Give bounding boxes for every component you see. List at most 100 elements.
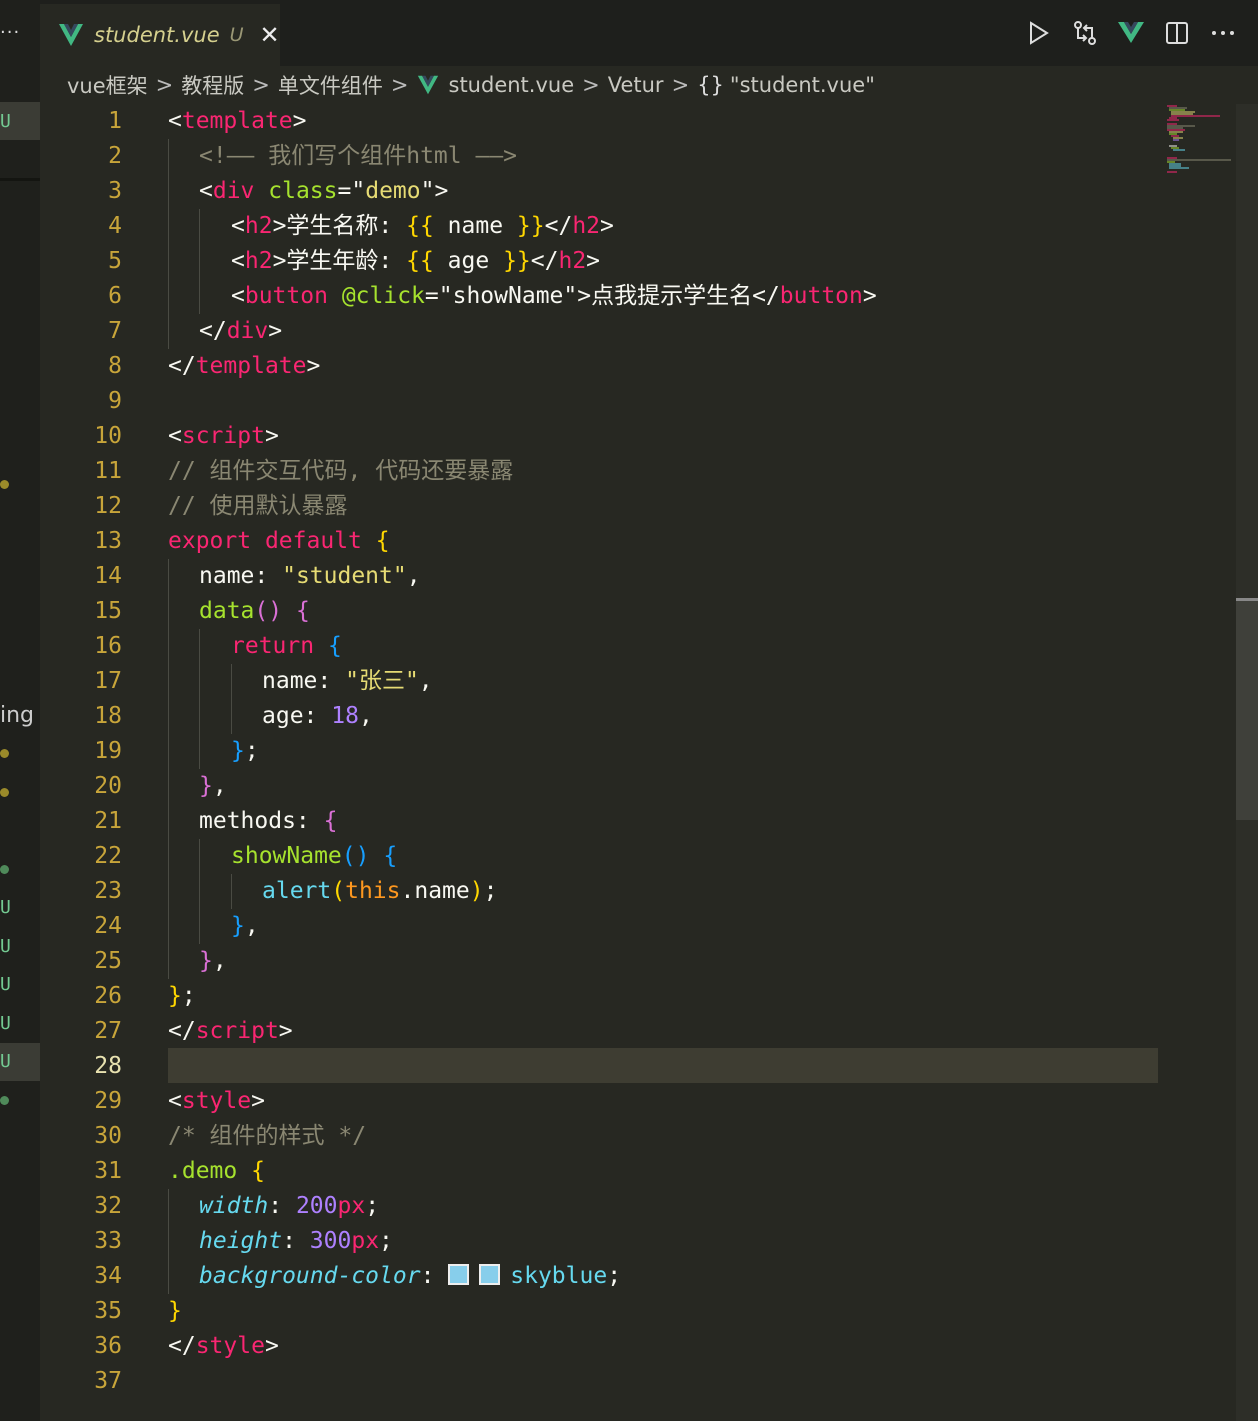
code-line[interactable]: },: [199, 769, 227, 804]
code-line[interactable]: alert(this.name);: [262, 874, 497, 909]
code-line[interactable]: <button @click="showName">点我提示学生名</butto…: [231, 279, 877, 314]
line-number: 37: [94, 1368, 122, 1394]
line-number: 27: [94, 1018, 122, 1044]
scrollbar-cursor-marker: [1236, 598, 1258, 601]
line-number: 1: [108, 108, 122, 134]
split-editor-icon[interactable]: [1162, 18, 1192, 48]
line-number: 33: [94, 1228, 122, 1254]
chevron-right-icon: >: [155, 73, 174, 97]
vue-devtools-icon[interactable]: [1116, 18, 1146, 48]
code-line[interactable]: // 使用默认暴露: [168, 489, 348, 524]
chevron-right-icon: >: [252, 73, 270, 97]
code-line[interactable]: <h2>学生年龄: {{ age }}</h2>: [231, 244, 600, 279]
line-number: 9: [108, 388, 122, 414]
code-line[interactable]: <template>: [168, 104, 307, 139]
breadcrumb-symbol[interactable]: "student.vue": [730, 73, 875, 97]
code-line[interactable]: <style>: [168, 1084, 265, 1119]
code-line[interactable]: .demo {: [168, 1154, 265, 1189]
code-line[interactable]: </style>: [168, 1329, 279, 1364]
code-line[interactable]: // 组件交互代码, 代码还要暴露: [168, 454, 513, 489]
close-icon[interactable]: ✕: [260, 21, 280, 49]
code-line[interactable]: };: [231, 734, 259, 769]
breadcrumb-item[interactable]: 单文件组件: [278, 70, 383, 100]
code-line[interactable]: </script>: [168, 1014, 293, 1049]
line-number: 8: [108, 353, 122, 379]
line-number: 11: [94, 458, 122, 484]
code-line[interactable]: <!—— 我们写个组件html ——>: [199, 139, 517, 174]
code-line[interactable]: };: [168, 979, 196, 1014]
code-line[interactable]: height: 300px;: [199, 1224, 393, 1259]
play-icon[interactable]: [1024, 18, 1054, 48]
code-line[interactable]: name: "张三",: [262, 664, 433, 699]
tab-filename: student.vue: [94, 23, 220, 47]
untracked-badge: U: [0, 1051, 11, 1072]
line-number: 31: [94, 1158, 122, 1184]
code-line[interactable]: </template>: [168, 349, 320, 384]
code-line[interactable]: methods: {: [199, 804, 337, 839]
untracked-badge: U: [0, 974, 11, 995]
vue-file-icon: [59, 24, 83, 46]
code-editor[interactable]: 1 <template> 2 <!—— 我们写个组件html ——> 3 <di…: [40, 104, 1236, 1421]
code-line[interactable]: /* 组件的样式 */: [168, 1119, 366, 1154]
chevron-right-icon: >: [582, 73, 600, 97]
breadcrumb-item[interactable]: Vetur: [608, 73, 664, 97]
symbol-braces-icon: {}: [697, 73, 724, 97]
truncated-file-label[interactable]: ing: [0, 703, 34, 728]
tab-untracked-status: U: [229, 24, 244, 46]
code-line[interactable]: },: [231, 909, 259, 944]
line-number: 16: [94, 633, 122, 659]
vertical-scrollbar[interactable]: [1236, 104, 1258, 1421]
line-number: 35: [94, 1298, 122, 1324]
sidebar-divider: [0, 178, 40, 181]
line-number-active: 28: [94, 1053, 122, 1079]
code-line[interactable]: width: 200px;: [199, 1189, 379, 1224]
explorer-sidebar-edge: ··· U ing U U U U U: [0, 0, 40, 1421]
line-number: 25: [94, 948, 122, 974]
code-line[interactable]: showName() {: [231, 839, 397, 874]
minimap[interactable]: [1165, 104, 1235, 176]
code-line[interactable]: data() {: [199, 594, 310, 629]
untracked-dot-icon: [0, 865, 9, 874]
line-number: 36: [94, 1333, 122, 1359]
code-line[interactable]: age: 18,: [262, 699, 373, 734]
code-line[interactable]: name: "student",: [199, 559, 421, 594]
line-number: 3: [108, 178, 122, 204]
code-line[interactable]: export default {: [168, 524, 390, 559]
scrollbar-thumb[interactable]: [1236, 598, 1258, 820]
code-line[interactable]: },: [199, 944, 227, 979]
code-line[interactable]: <h2>学生名称: {{ name }}</h2>: [231, 209, 614, 244]
breadcrumb-item[interactable]: vue框架: [67, 70, 148, 100]
vue-file-icon: [417, 75, 438, 95]
line-number: 24: [94, 913, 122, 939]
color-swatch-icon[interactable]: [448, 1264, 470, 1285]
modified-dot-icon: [0, 788, 9, 797]
line-number: 17: [94, 668, 122, 694]
line-number: 23: [94, 878, 122, 904]
line-number: 21: [94, 808, 122, 834]
code-line[interactable]: }: [168, 1294, 182, 1329]
more-actions-icon[interactable]: [1208, 18, 1238, 48]
modified-dot-icon: [0, 749, 9, 758]
compare-changes-icon[interactable]: [1070, 18, 1100, 48]
line-number: 30: [94, 1123, 122, 1149]
untracked-badge: U: [0, 1013, 11, 1034]
breadcrumb-item[interactable]: 教程版: [181, 70, 244, 100]
line-number: 14: [94, 563, 122, 589]
untracked-badge: U: [0, 111, 11, 132]
tab-student-vue[interactable]: student.vue U ✕: [40, 4, 280, 66]
code-line[interactable]: return {: [231, 629, 342, 664]
untracked-badge: U: [0, 936, 11, 957]
code-line[interactable]: background-color: skyblue;: [199, 1259, 621, 1294]
color-swatch-icon[interactable]: [479, 1264, 501, 1285]
line-number: 2: [108, 143, 122, 169]
more-icon[interactable]: ···: [0, 22, 20, 43]
breadcrumb-item[interactable]: student.vue: [449, 73, 575, 97]
code-line[interactable]: </div>: [199, 314, 282, 349]
code-line[interactable]: <div class="demo">: [199, 174, 448, 209]
line-number: 26: [94, 983, 122, 1009]
code-line[interactable]: <script>: [168, 419, 279, 454]
untracked-badge: U: [0, 897, 11, 918]
editor-tab-bar: student.vue U ✕: [40, 0, 1258, 66]
line-number: 5: [108, 248, 122, 274]
line-number: 20: [94, 773, 122, 799]
